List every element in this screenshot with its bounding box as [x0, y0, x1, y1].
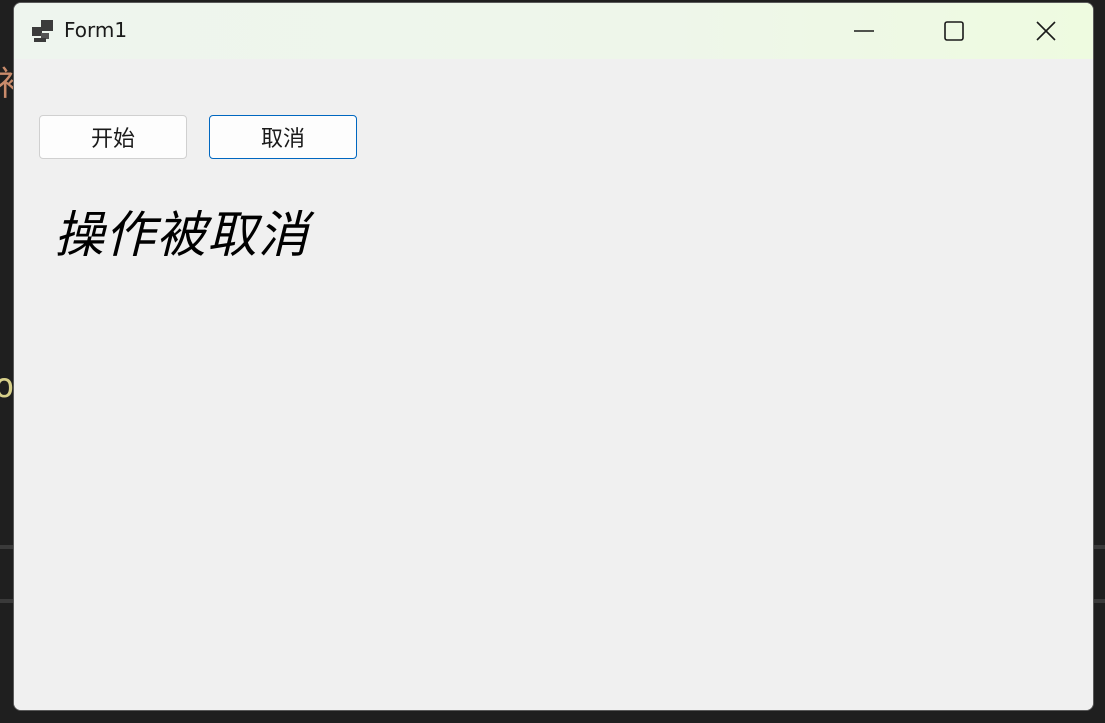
- maximize-button[interactable]: [908, 3, 1000, 59]
- form-client-area: 开始 取消 操作被取消: [14, 59, 1093, 710]
- status-label: 操作被取消: [54, 206, 309, 264]
- minimize-icon: [853, 20, 875, 42]
- cancel-button[interactable]: 取消: [209, 115, 357, 159]
- minimize-button[interactable]: [818, 3, 910, 59]
- title-bar[interactable]: Form1: [14, 3, 1093, 59]
- close-icon: [1035, 20, 1057, 42]
- start-button[interactable]: 开始: [39, 115, 187, 159]
- window-title: Form1: [64, 18, 128, 42]
- maximize-icon: [943, 20, 965, 42]
- app-window-icon[interactable]: [31, 19, 55, 43]
- close-button[interactable]: [1000, 3, 1092, 59]
- form-window: Form1 开始 取消 操作被取消: [13, 2, 1094, 711]
